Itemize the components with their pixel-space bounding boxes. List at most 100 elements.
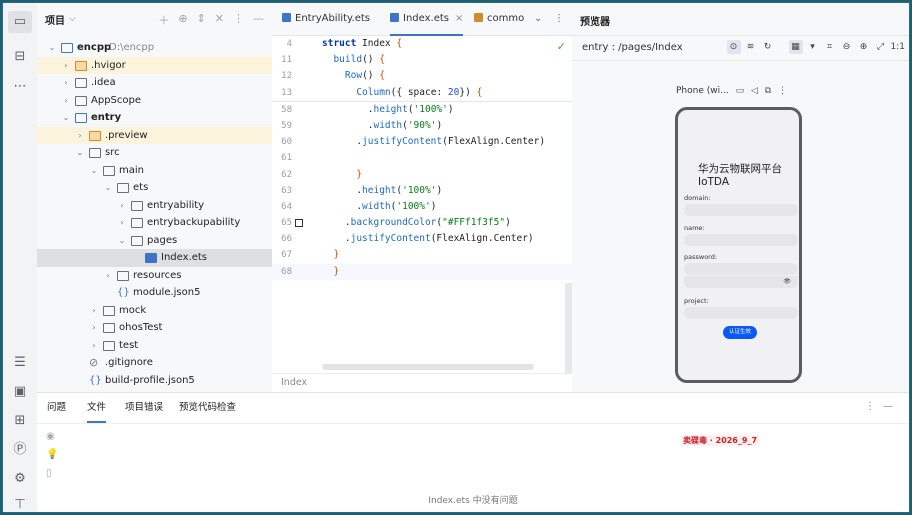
code-line[interactable]: 13 Column({ space: 20}) { xyxy=(272,84,572,102)
tree-item-index-ets[interactable]: Index.ets xyxy=(37,249,272,267)
breadcrumb[interactable]: Index xyxy=(272,373,572,392)
tree-item-preview[interactable]: › .preview xyxy=(37,126,272,144)
tree-item-entryability[interactable]: › entryability xyxy=(37,197,272,215)
layers-icon[interactable]: ≋ xyxy=(744,40,758,54)
terminal-icon[interactable]: ⊤ xyxy=(12,497,28,512)
tree-item-src[interactable]: ⌄ src xyxy=(37,144,272,162)
locate-icon[interactable]: ⊕ xyxy=(178,12,187,28)
watermark-stamp: 卖碟毒 · 2026_9_7 xyxy=(681,435,760,446)
tree-item-test[interactable]: › test xyxy=(37,337,272,355)
domain-input[interactable] xyxy=(684,204,798,216)
zoom-in-icon[interactable]: ⊕ xyxy=(857,40,871,54)
code-token: { xyxy=(476,86,483,98)
inspector-icon[interactable]: ⊙ xyxy=(726,40,741,54)
breadcrumb-item[interactable]: Index xyxy=(281,377,307,388)
multi-device-icon[interactable]: ⧉ xyxy=(765,86,771,96)
tab-index[interactable]: Index.ets × xyxy=(390,3,464,36)
tree-item-main[interactable]: ⌄ main xyxy=(37,162,272,180)
project-input[interactable] xyxy=(684,307,798,319)
code-line[interactable]: 65 .backgroundColor("#FFf1f3f5") xyxy=(272,215,572,231)
more-icon[interactable]: ⋮ xyxy=(778,86,787,96)
tree-item-hvigor[interactable]: › .hvigor xyxy=(37,56,272,74)
fit-icon[interactable]: ⤢ xyxy=(874,40,888,54)
crop-icon[interactable]: ⌗ xyxy=(823,40,837,54)
tab-entryability[interactable]: EntryAbility.ets xyxy=(282,3,370,34)
tree-item-idea[interactable]: › .idea xyxy=(37,74,272,92)
tab-problems[interactable]: 问题 xyxy=(47,393,66,421)
project-folder-icon[interactable]: ▭ xyxy=(8,11,32,33)
code-line[interactable]: 62 } xyxy=(272,167,572,183)
options-icon[interactable]: ⋮ xyxy=(233,12,244,28)
tab-file[interactable]: 文件 xyxy=(87,393,107,423)
name-input[interactable] xyxy=(684,234,798,246)
tab-preview-code-check[interactable]: 预览代码检查 xyxy=(179,393,236,421)
password-input[interactable] xyxy=(684,263,798,275)
password-input-extra[interactable] xyxy=(684,276,798,288)
code-line[interactable]: 12 Row() { xyxy=(272,68,572,84)
code-line[interactable]: 11 build() { xyxy=(272,52,572,68)
options-icon[interactable]: ⋮ xyxy=(865,401,883,412)
panel-icon[interactable]: ▯ xyxy=(46,468,52,479)
tree-item-appscope[interactable]: › AppScope xyxy=(37,92,272,110)
table-icon[interactable]: ⊞ xyxy=(12,413,28,429)
eye-icon[interactable]: 👁 xyxy=(783,278,791,285)
zoom-level[interactable]: 1:1 xyxy=(891,40,905,54)
minimize-icon[interactable]: — xyxy=(883,401,901,412)
code-line[interactable]: 58 .height('100%') xyxy=(272,102,572,118)
code-token: '100%' xyxy=(402,184,437,196)
chevron-down-icon[interactable]: ▾ xyxy=(806,40,820,54)
tree-item-entrybackupability[interactable]: › entrybackupability xyxy=(37,214,272,232)
tree-item-module-json5[interactable]: {} module.json5 xyxy=(37,284,272,302)
code-line[interactable]: 66 .justifyContent(FlexAlign.Center) xyxy=(272,231,572,247)
auth-button[interactable]: 认证生效 xyxy=(723,326,757,339)
code-line[interactable]: 63 .height('100%') xyxy=(272,183,572,199)
tab-project-errors[interactable]: 项目错误 xyxy=(125,393,163,421)
code-text: .height('100%') xyxy=(322,183,442,199)
tree-item-resources[interactable]: › resources xyxy=(37,267,272,285)
refresh-icon[interactable]: ↻ xyxy=(761,40,775,54)
vertical-scrollbar[interactable] xyxy=(565,283,572,373)
code-line[interactable]: 59 .width('90%') xyxy=(272,118,572,134)
tree-item-encpp[interactable]: ⌄ encpp D:\encpp xyxy=(37,39,272,57)
code-line[interactable]: 64 .width('100%') xyxy=(272,199,572,215)
minimize-icon[interactable]: — xyxy=(253,12,264,28)
code-line[interactable]: 67 } xyxy=(272,247,572,263)
color-swatch-icon[interactable] xyxy=(295,219,303,228)
code-line[interactable]: 4 struct Index { xyxy=(272,36,572,52)
phone-preview[interactable]: 华为云物联网平台IoTDA domain: name: password: 👁 … xyxy=(675,107,802,383)
code-token: struct xyxy=(322,38,363,49)
tab-options-button[interactable]: ⋮ xyxy=(554,3,564,34)
todo-icon[interactable]: ☰ xyxy=(12,355,28,371)
tree-item-ohostest[interactable]: › ohosTest xyxy=(37,319,272,337)
more-icon[interactable]: ⋯ xyxy=(12,79,28,95)
zoom-out-icon[interactable]: ⊖ xyxy=(840,40,854,54)
tree-item-gitignore[interactable]: ⊘ .gitignore xyxy=(37,354,272,372)
device-icon[interactable]: ▣ xyxy=(12,384,28,400)
tab-list-button[interactable]: ⌄ xyxy=(534,3,542,34)
route-label[interactable]: entry : /pages/Index xyxy=(582,42,683,53)
back-icon[interactable]: ◁ xyxy=(751,86,758,96)
tree-item-pages[interactable]: ⌄ pages xyxy=(37,232,272,250)
structure-icon[interactable]: ⊟ xyxy=(12,49,28,65)
tab-common[interactable]: commo xyxy=(474,3,526,34)
chevron-right-icon: › xyxy=(92,305,96,315)
hot-reload-icon[interactable]: ⚙ xyxy=(12,471,28,487)
profiler-icon[interactable]: Ⓟ xyxy=(12,442,28,458)
eye-icon[interactable]: ◉ xyxy=(46,431,55,442)
code-line[interactable]: 68 } xyxy=(272,263,572,280)
code-area[interactable]: 4 struct Index {11 build() {12 Row() {13 … xyxy=(272,36,572,280)
tree-item-ets[interactable]: ⌄ ets xyxy=(37,179,272,197)
tree-item-entry[interactable]: ⌄ entry xyxy=(37,109,272,127)
tree-item-build-profile[interactable]: {} build-profile.json5 xyxy=(37,372,272,390)
collapse-all-icon[interactable]: ✕ xyxy=(215,12,224,28)
code-line[interactable]: 61 xyxy=(272,150,572,166)
code-line[interactable]: 60 .justifyContent(FlexAlign.Center) xyxy=(272,134,572,150)
rotate-icon[interactable]: ▭ xyxy=(736,86,745,96)
add-icon[interactable]: ＋ xyxy=(158,12,169,28)
close-icon[interactable]: × xyxy=(455,13,463,24)
bulb-icon[interactable]: 💡 xyxy=(46,449,58,460)
grid-icon[interactable]: ▦ xyxy=(788,40,803,54)
horizontal-scrollbar[interactable] xyxy=(322,364,534,370)
expand-all-icon[interactable]: ⇕ xyxy=(197,12,206,28)
tree-item-mock[interactable]: › mock xyxy=(37,302,272,320)
